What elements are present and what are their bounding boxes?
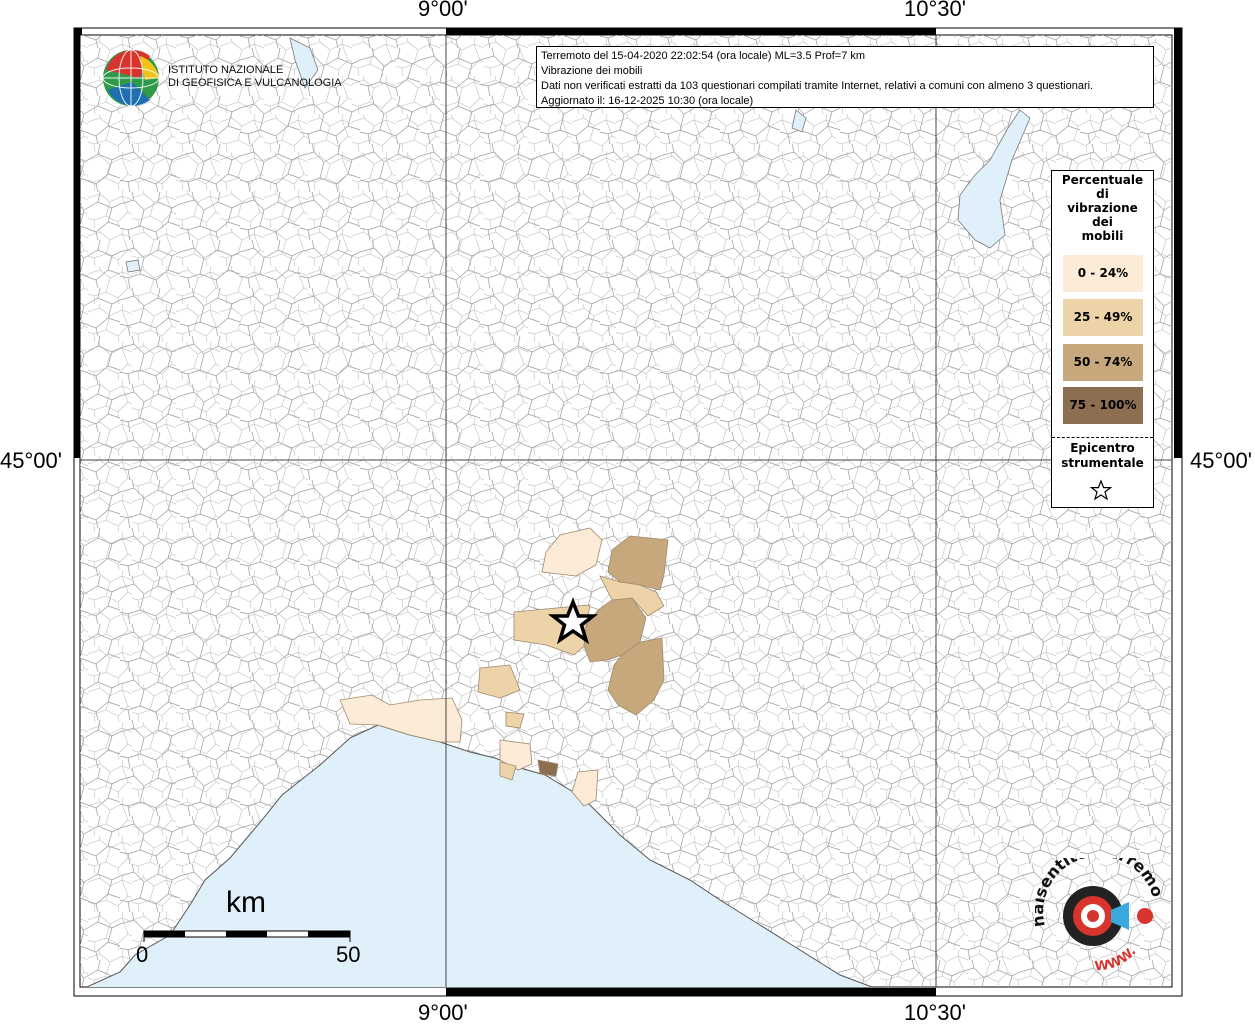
legend-title-line: Percentuale xyxy=(1061,173,1144,187)
logo-line-1: ISTITUTO NAZIONALE xyxy=(168,64,284,76)
legend-class-25-49: 25 - 49% xyxy=(1063,299,1143,336)
legend-epicenter-line: strumentale xyxy=(1061,456,1144,470)
svg-text:WWW.: WWW. xyxy=(1094,944,1139,974)
legend-class-0-24: 0 - 24% xyxy=(1063,255,1143,292)
legend-epicenter-line: Epicentro xyxy=(1070,441,1135,455)
event-info-box: Terremoto del 15-04-2020 22:02:54 (ora l… xyxy=(536,46,1154,108)
scale-end: 50 xyxy=(336,942,361,967)
legend-epicenter-label: Epicentro strumentale xyxy=(1052,441,1153,471)
legend-title-line: mobili xyxy=(1081,229,1124,243)
event-title: Terremoto del 15-04-2020 22:02:54 (ora l… xyxy=(541,50,866,62)
legend-class-50-74: 50 - 74% xyxy=(1063,344,1143,381)
coord-bottom-left: 9°00' xyxy=(418,1000,468,1025)
coord-left-lat: 45°00' xyxy=(0,448,62,473)
updated-note: Aggiornato il: 16-12-2025 10:30 (ora loc… xyxy=(541,95,754,107)
lake xyxy=(125,259,141,273)
haisentito-logo: haisentitoilterremoto.it WWW. xyxy=(1035,858,1165,974)
data-note: Dati non verificati estratti da 103 ques… xyxy=(541,80,1094,92)
legend-title-line: di xyxy=(1096,187,1109,201)
ingv-globe-icon xyxy=(102,49,160,107)
scale-unit: km xyxy=(226,886,266,919)
legend-class-75-100: 75 - 100% xyxy=(1063,387,1143,424)
coord-right-lat: 45°00' xyxy=(1190,448,1252,473)
scale-start: 0 xyxy=(136,942,149,967)
legend-star-icon xyxy=(1089,479,1113,501)
logo-line-2: DI GEOFISICA E VULCANOLOGIA xyxy=(168,77,342,89)
coord-bottom-right: 10°30' xyxy=(904,1000,966,1025)
legend-title: Percentuale di vibrazione dei mobili xyxy=(1052,173,1153,243)
watermark-url: WWW. xyxy=(1094,944,1139,974)
legend-title-line: dei xyxy=(1092,215,1113,229)
map-area[interactable] xyxy=(80,35,1172,990)
legend-divider xyxy=(1052,437,1153,438)
legend-title-line: vibrazione xyxy=(1067,201,1138,215)
map-subtitle: Vibrazione dei mobili xyxy=(541,65,643,77)
legend: Percentuale di vibrazione dei mobili 0 -… xyxy=(1051,170,1154,508)
ingv-logo: ISTITUTO NAZIONALE DI GEOFISICA E VULCAN… xyxy=(168,64,342,90)
coord-top-left: 9°00' xyxy=(418,0,468,21)
coord-top-right: 10°30' xyxy=(904,0,966,21)
